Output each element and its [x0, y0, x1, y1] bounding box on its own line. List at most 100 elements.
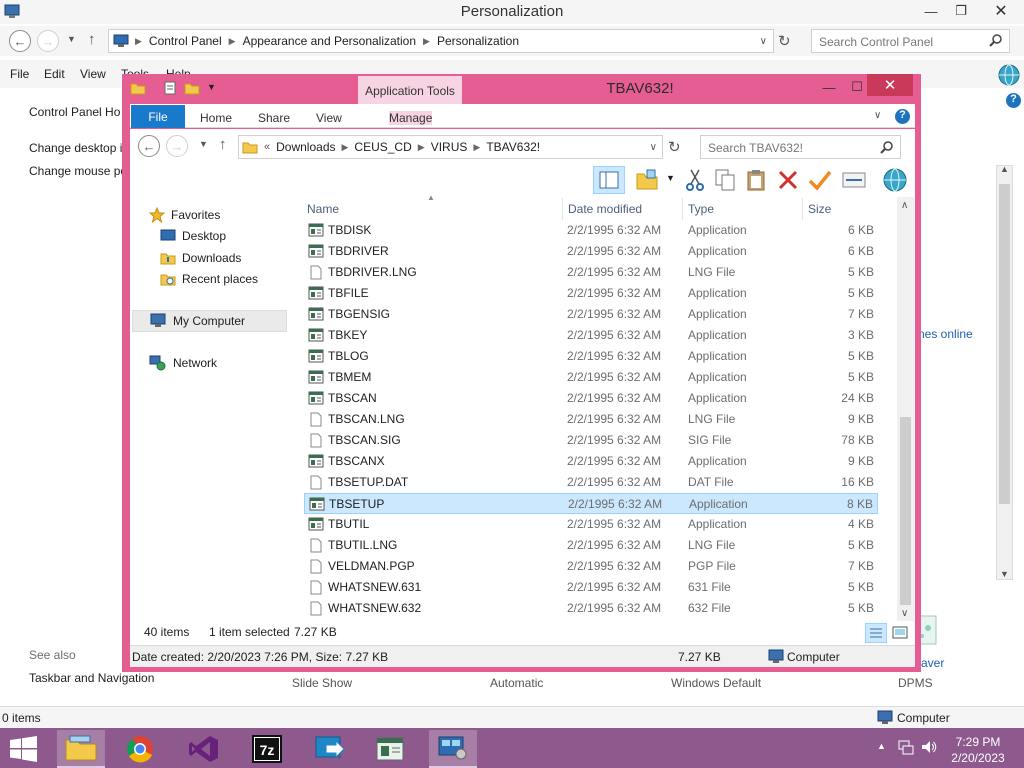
expand-ribbon-icon[interactable]: ∨ [874, 110, 881, 121]
file-row[interactable]: TBFILE 2/2/1995 6:32 AM Application 5 KB [304, 283, 878, 304]
column-size[interactable]: Size [808, 202, 831, 216]
forward-button[interactable]: → [37, 30, 59, 52]
explorer-minimize-button[interactable]: — [814, 76, 844, 98]
explorer-address-dropdown-icon[interactable]: ∨ [650, 142, 657, 153]
file-list-scrollbar[interactable]: ∧ ∨ [897, 197, 914, 621]
file-row[interactable]: TBUTIL.LNG 2/2/1995 6:32 AM LNG File 5 KB [304, 535, 878, 556]
breadcrumb-personalization[interactable]: Personalization [437, 34, 519, 48]
new-folder-icon[interactable] [184, 80, 200, 96]
back-button[interactable]: ← [9, 30, 31, 52]
paste-icon[interactable] [745, 168, 767, 192]
address-dropdown-icon[interactable]: ∨ [760, 36, 767, 47]
breadcrumb-virus[interactable]: VIRUS [431, 140, 468, 154]
clock-time[interactable]: 7:29 PM [948, 735, 1008, 749]
delete-icon[interactable] [777, 168, 799, 192]
tab-file[interactable]: File [131, 105, 185, 128]
file-row[interactable]: TBSCAN 2/2/1995 6:32 AM Application 24 KB [304, 388, 878, 409]
large-icons-view-icon[interactable] [891, 625, 909, 641]
maximize-button[interactable]: ❐ [946, 0, 976, 22]
up-arrow-icon[interactable]: ↑ [88, 31, 96, 48]
search-input[interactable]: Search Control Panel [811, 29, 1010, 53]
breadcrumb-tbav632[interactable]: TBAV632! [486, 140, 540, 154]
file-row[interactable]: VELDMAN.PGP 2/2/1995 6:32 AM PGP File 7 KB [304, 556, 878, 577]
scroll-down-icon[interactable]: ▼ [1000, 569, 1009, 579]
breadcrumb-appearance[interactable]: Appearance and Personalization [243, 34, 416, 48]
scrollbar-thumb[interactable] [900, 417, 911, 605]
color-value[interactable]: Automatic [490, 676, 543, 690]
explorer-forward-button[interactable]: → [166, 135, 188, 157]
file-row[interactable]: TBSCANX 2/2/1995 6:32 AM Application 9 KB [304, 451, 878, 472]
file-row[interactable]: TBSCAN.LNG 2/2/1995 6:32 AM LNG File 9 KB [304, 409, 878, 430]
overflow-chevron-icon[interactable]: « [264, 141, 270, 153]
desktop-background-value[interactable]: Slide Show [292, 676, 352, 690]
customize-quick-access-icon[interactable]: ▼ [207, 82, 216, 92]
get-more-themes-link[interactable]: nes online [918, 327, 973, 341]
explorer-globe-icon[interactable] [882, 167, 908, 193]
start-windows-icon[interactable] [9, 736, 39, 762]
address-bar[interactable]: ▶ Control Panel ▶ Appearance and Persona… [108, 29, 774, 53]
tab-home[interactable]: Home [200, 111, 232, 125]
application-window-icon[interactable] [366, 730, 414, 768]
explorer-back-button[interactable]: ← [138, 135, 160, 157]
scroll-down-icon[interactable]: ∨ [901, 608, 908, 619]
menu-edit[interactable]: Edit [44, 67, 65, 81]
menu-file[interactable]: File [10, 67, 29, 81]
volume-icon[interactable] [920, 738, 938, 756]
network-tray-icon[interactable] [897, 738, 915, 756]
minimize-button[interactable]: — [916, 0, 946, 22]
select-all-icon[interactable] [842, 171, 866, 189]
cut-icon[interactable] [685, 168, 705, 192]
show-hidden-icons-icon[interactable]: ▲ [877, 741, 886, 751]
control-panel-scrollbar[interactable]: ▲ ▼ [996, 164, 1013, 580]
remote-desktop-icon[interactable] [306, 730, 354, 768]
chrome-icon[interactable] [116, 730, 164, 768]
file-row[interactable]: TBGENSIG 2/2/1995 6:32 AM Application 7 KB [304, 304, 878, 325]
change-mouse-pointers-link[interactable]: Change mouse po [29, 164, 127, 178]
explorer-up-arrow-icon[interactable]: ↑ [219, 136, 227, 153]
copy-icon[interactable] [714, 168, 736, 192]
menu-view[interactable]: View [80, 67, 106, 81]
recent-locations-chevron-icon[interactable]: ▼ [67, 34, 76, 44]
nav-my-computer[interactable]: My Computer [132, 310, 287, 332]
column-divider[interactable] [682, 198, 683, 220]
breadcrumb-downloads[interactable]: Downloads [276, 140, 335, 154]
scroll-up-icon[interactable]: ▲ [1000, 164, 1009, 174]
explorer-close-button[interactable]: ✕ [867, 74, 913, 96]
file-row[interactable]: TBDISK 2/2/1995 6:32 AM Application 6 KB [304, 220, 878, 241]
control-panel-home-link[interactable]: Control Panel Ho [29, 105, 120, 119]
file-row[interactable]: TBUTIL 2/2/1995 6:32 AM Application 4 KB [304, 514, 878, 535]
screen-saver-link[interactable]: aver [921, 656, 944, 670]
file-row[interactable]: TBSCAN.SIG 2/2/1995 6:32 AM SIG File 78 KB [304, 430, 878, 451]
nav-network[interactable]: Network [149, 355, 217, 371]
file-row[interactable]: TBKEY 2/2/1995 6:32 AM Application 3 KB [304, 325, 878, 346]
close-button[interactable]: ✕ [986, 0, 1016, 22]
file-row[interactable]: TBDRIVER.LNG 2/2/1995 6:32 AM LNG File 5 KB [304, 262, 878, 283]
details-view-icon[interactable] [865, 623, 887, 643]
breadcrumb-control-panel[interactable]: Control Panel [149, 34, 222, 48]
scrollbar-thumb[interactable] [999, 184, 1010, 504]
rename-check-icon[interactable] [808, 168, 832, 192]
file-row[interactable]: TBDRIVER 2/2/1995 6:32 AM Application 6 KB [304, 241, 878, 262]
tab-manage[interactable]: Manage [389, 111, 433, 125]
nav-downloads[interactable]: Downloads [160, 250, 241, 266]
file-row[interactable]: WHATSNEW.631 2/2/1995 6:32 AM 631 File 5 KB [304, 577, 878, 598]
file-row[interactable]: TBSETUP.DAT 2/2/1995 6:32 AM DAT File 16 KB [304, 472, 878, 493]
screen-saver-value[interactable]: DPMS [898, 676, 933, 690]
change-desktop-icons-link[interactable]: Change desktop i [29, 141, 122, 155]
file-row[interactable]: TBMEM 2/2/1995 6:32 AM Application 5 KB [304, 367, 878, 388]
visual-studio-icon[interactable] [180, 730, 228, 768]
column-divider[interactable] [562, 198, 563, 220]
explorer-recent-chevron-icon[interactable]: ▼ [199, 139, 208, 149]
refresh-icon[interactable]: ↻ [778, 32, 791, 50]
nav-desktop[interactable]: Desktop [160, 229, 226, 243]
file-row[interactable]: TBSETUP 2/2/1995 6:32 AM Application 8 KB [304, 493, 878, 514]
view-options-icon[interactable] [635, 168, 659, 192]
column-name[interactable]: Name [307, 202, 339, 216]
control-panel-icon[interactable] [429, 730, 477, 768]
file-row[interactable]: TBLOG 2/2/1995 6:32 AM Application 5 KB [304, 346, 878, 367]
view-options-dropdown-icon[interactable]: ▼ [666, 173, 675, 183]
globe-icon[interactable] [997, 63, 1021, 87]
nav-recent-places[interactable]: Recent places [160, 271, 258, 287]
preview-pane-icon[interactable] [593, 166, 625, 194]
tab-view[interactable]: View [316, 111, 342, 125]
